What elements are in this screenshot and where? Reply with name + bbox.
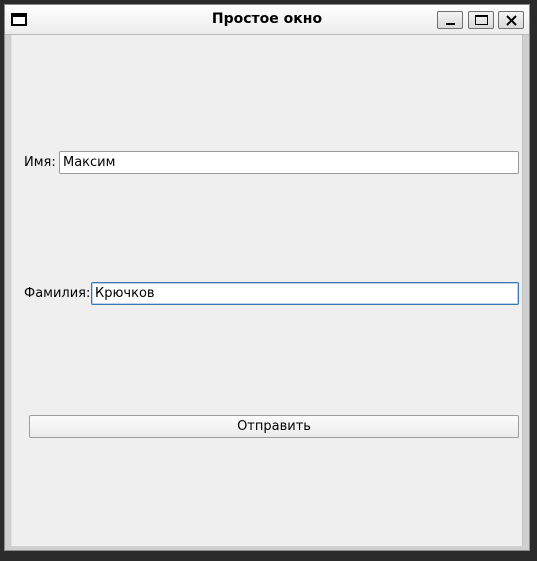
last-name-input[interactable] <box>91 282 519 305</box>
last-name-label: Фамилия: <box>24 286 91 301</box>
form-area: Имя: Фамилия: Отправить <box>11 35 523 546</box>
maximize-icon <box>475 15 488 25</box>
minimize-icon <box>446 23 455 25</box>
first-name-label: Имя: <box>24 155 56 170</box>
close-button[interactable] <box>498 11 524 29</box>
close-icon <box>506 15 517 26</box>
app-window: Простое окно Имя: Фамилия: Отправить <box>4 4 530 551</box>
title-bar[interactable]: Простое окно <box>5 5 529 35</box>
submit-button[interactable]: Отправить <box>29 415 519 438</box>
minimize-button[interactable] <box>437 11 463 29</box>
first-name-input[interactable] <box>59 151 519 174</box>
maximize-button[interactable] <box>468 11 494 29</box>
